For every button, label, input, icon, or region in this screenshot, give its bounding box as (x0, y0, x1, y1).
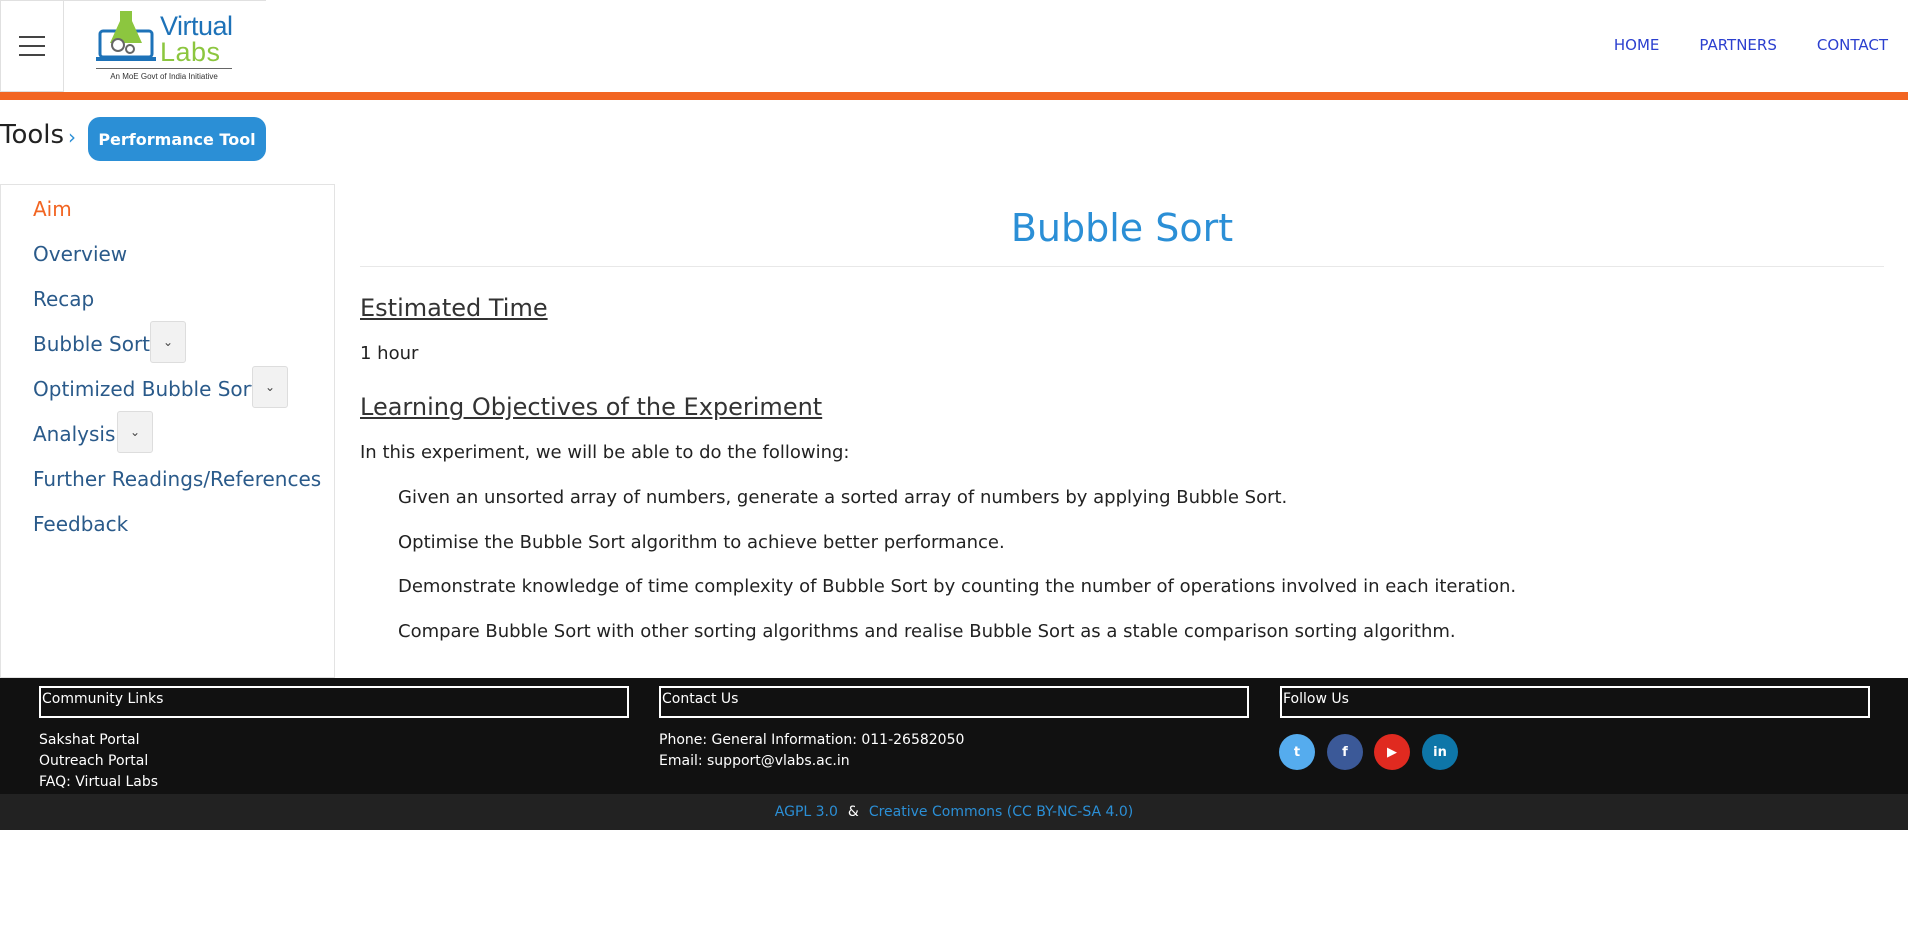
sidebar-item-overview[interactable]: Overview (33, 242, 127, 266)
chevron-down-icon[interactable]: ⌄ (150, 321, 186, 363)
logo-divider (96, 68, 232, 69)
chevron-down-icon[interactable]: ⌄ (117, 411, 153, 453)
sidebar-item-bubble-sort[interactable]: Bubble Sort (33, 332, 150, 356)
youtube-icon[interactable]: ▶ (1374, 734, 1410, 770)
nav-home-link[interactable]: HOME (1614, 36, 1660, 54)
footer-heading-community: Community Links (39, 686, 629, 718)
estimated-time-value: 1 hour (360, 343, 419, 364)
virtual-labs-logo[interactable]: Virtual Labs An MoE Govt of India Initia… (64, 0, 266, 92)
hamburger-line (19, 36, 45, 38)
license-agpl-link[interactable]: AGPL 3.0 (775, 804, 838, 820)
chevron-right-icon: › (68, 125, 76, 149)
objective-item: Optimise the Bubble Sort algorithm to ac… (398, 532, 1005, 553)
linkedin-icon[interactable]: in (1422, 734, 1458, 770)
footer-heading-contact: Contact Us (659, 686, 1249, 718)
nav-partners-link[interactable]: PARTNERS (1699, 36, 1776, 54)
footer-contact-email: Email: support@vlabs.ac.in (659, 753, 850, 769)
footer-link-sakshat[interactable]: Sakshat Portal (39, 732, 139, 748)
objectives-intro: In this experiment, we will be able to d… (360, 442, 850, 463)
title-divider (360, 266, 1884, 267)
sidebar-item-aim[interactable]: Aim (33, 197, 72, 221)
footer-link-outreach[interactable]: Outreach Portal (39, 753, 148, 769)
logo-tagline: An MoE Govt of India Initiative (110, 72, 218, 81)
logo-text-labs: Labs (160, 37, 221, 67)
performance-tool-button[interactable]: Performance Tool (88, 117, 266, 161)
license-ampersand: & (847, 804, 859, 820)
accent-bar (0, 92, 1908, 100)
objective-item: Compare Bubble Sort with other sorting a… (398, 621, 1456, 642)
sidebar-item-optimized-bubble-sort[interactable]: Optimized Bubble Sort (33, 377, 259, 401)
experiment-sidebar: Aim Overview Recap Bubble Sort ⌄ Optimiz… (0, 184, 335, 678)
facebook-icon[interactable]: f (1327, 734, 1363, 770)
sidebar-item-feedback[interactable]: Feedback (33, 512, 128, 536)
sidebar-item-further-readings[interactable]: Further Readings/References (33, 467, 321, 491)
main-nav: HOME PARTNERS CONTACT (1614, 36, 1888, 54)
flask-laptop-icon (96, 11, 156, 61)
footer-heading-follow: Follow Us (1280, 686, 1870, 718)
sidebar-item-analysis[interactable]: Analysis (33, 422, 115, 446)
footer-link-faq[interactable]: FAQ: Virtual Labs (39, 774, 158, 790)
chevron-down-icon[interactable]: ⌄ (252, 366, 288, 408)
hamburger-line (19, 45, 45, 47)
nav-contact-link[interactable]: CONTACT (1817, 36, 1888, 54)
page-title: Bubble Sort (1010, 206, 1234, 250)
hamburger-menu-button[interactable] (0, 0, 64, 92)
footer-contact-phone: Phone: General Information: 011-26582050 (659, 732, 965, 748)
section-heading-learning-objectives: Learning Objectives of the Experiment (360, 393, 823, 421)
twitter-icon[interactable]: t (1279, 734, 1315, 770)
sidebar-item-recap[interactable]: Recap (33, 287, 94, 311)
license-cc-link[interactable]: Creative Commons (CC BY-NC-SA 4.0) (869, 804, 1133, 820)
objective-item: Demonstrate knowledge of time complexity… (398, 576, 1517, 597)
breadcrumb-tools: Tools (0, 120, 65, 150)
license-bar: AGPL 3.0 & Creative Commons (CC BY-NC-SA… (0, 794, 1908, 830)
objective-item: Given an unsorted array of numbers, gene… (398, 487, 1288, 508)
hamburger-line (19, 54, 45, 56)
top-navbar: Virtual Labs An MoE Govt of India Initia… (0, 0, 1908, 92)
section-heading-estimated-time: Estimated Time (360, 294, 548, 322)
